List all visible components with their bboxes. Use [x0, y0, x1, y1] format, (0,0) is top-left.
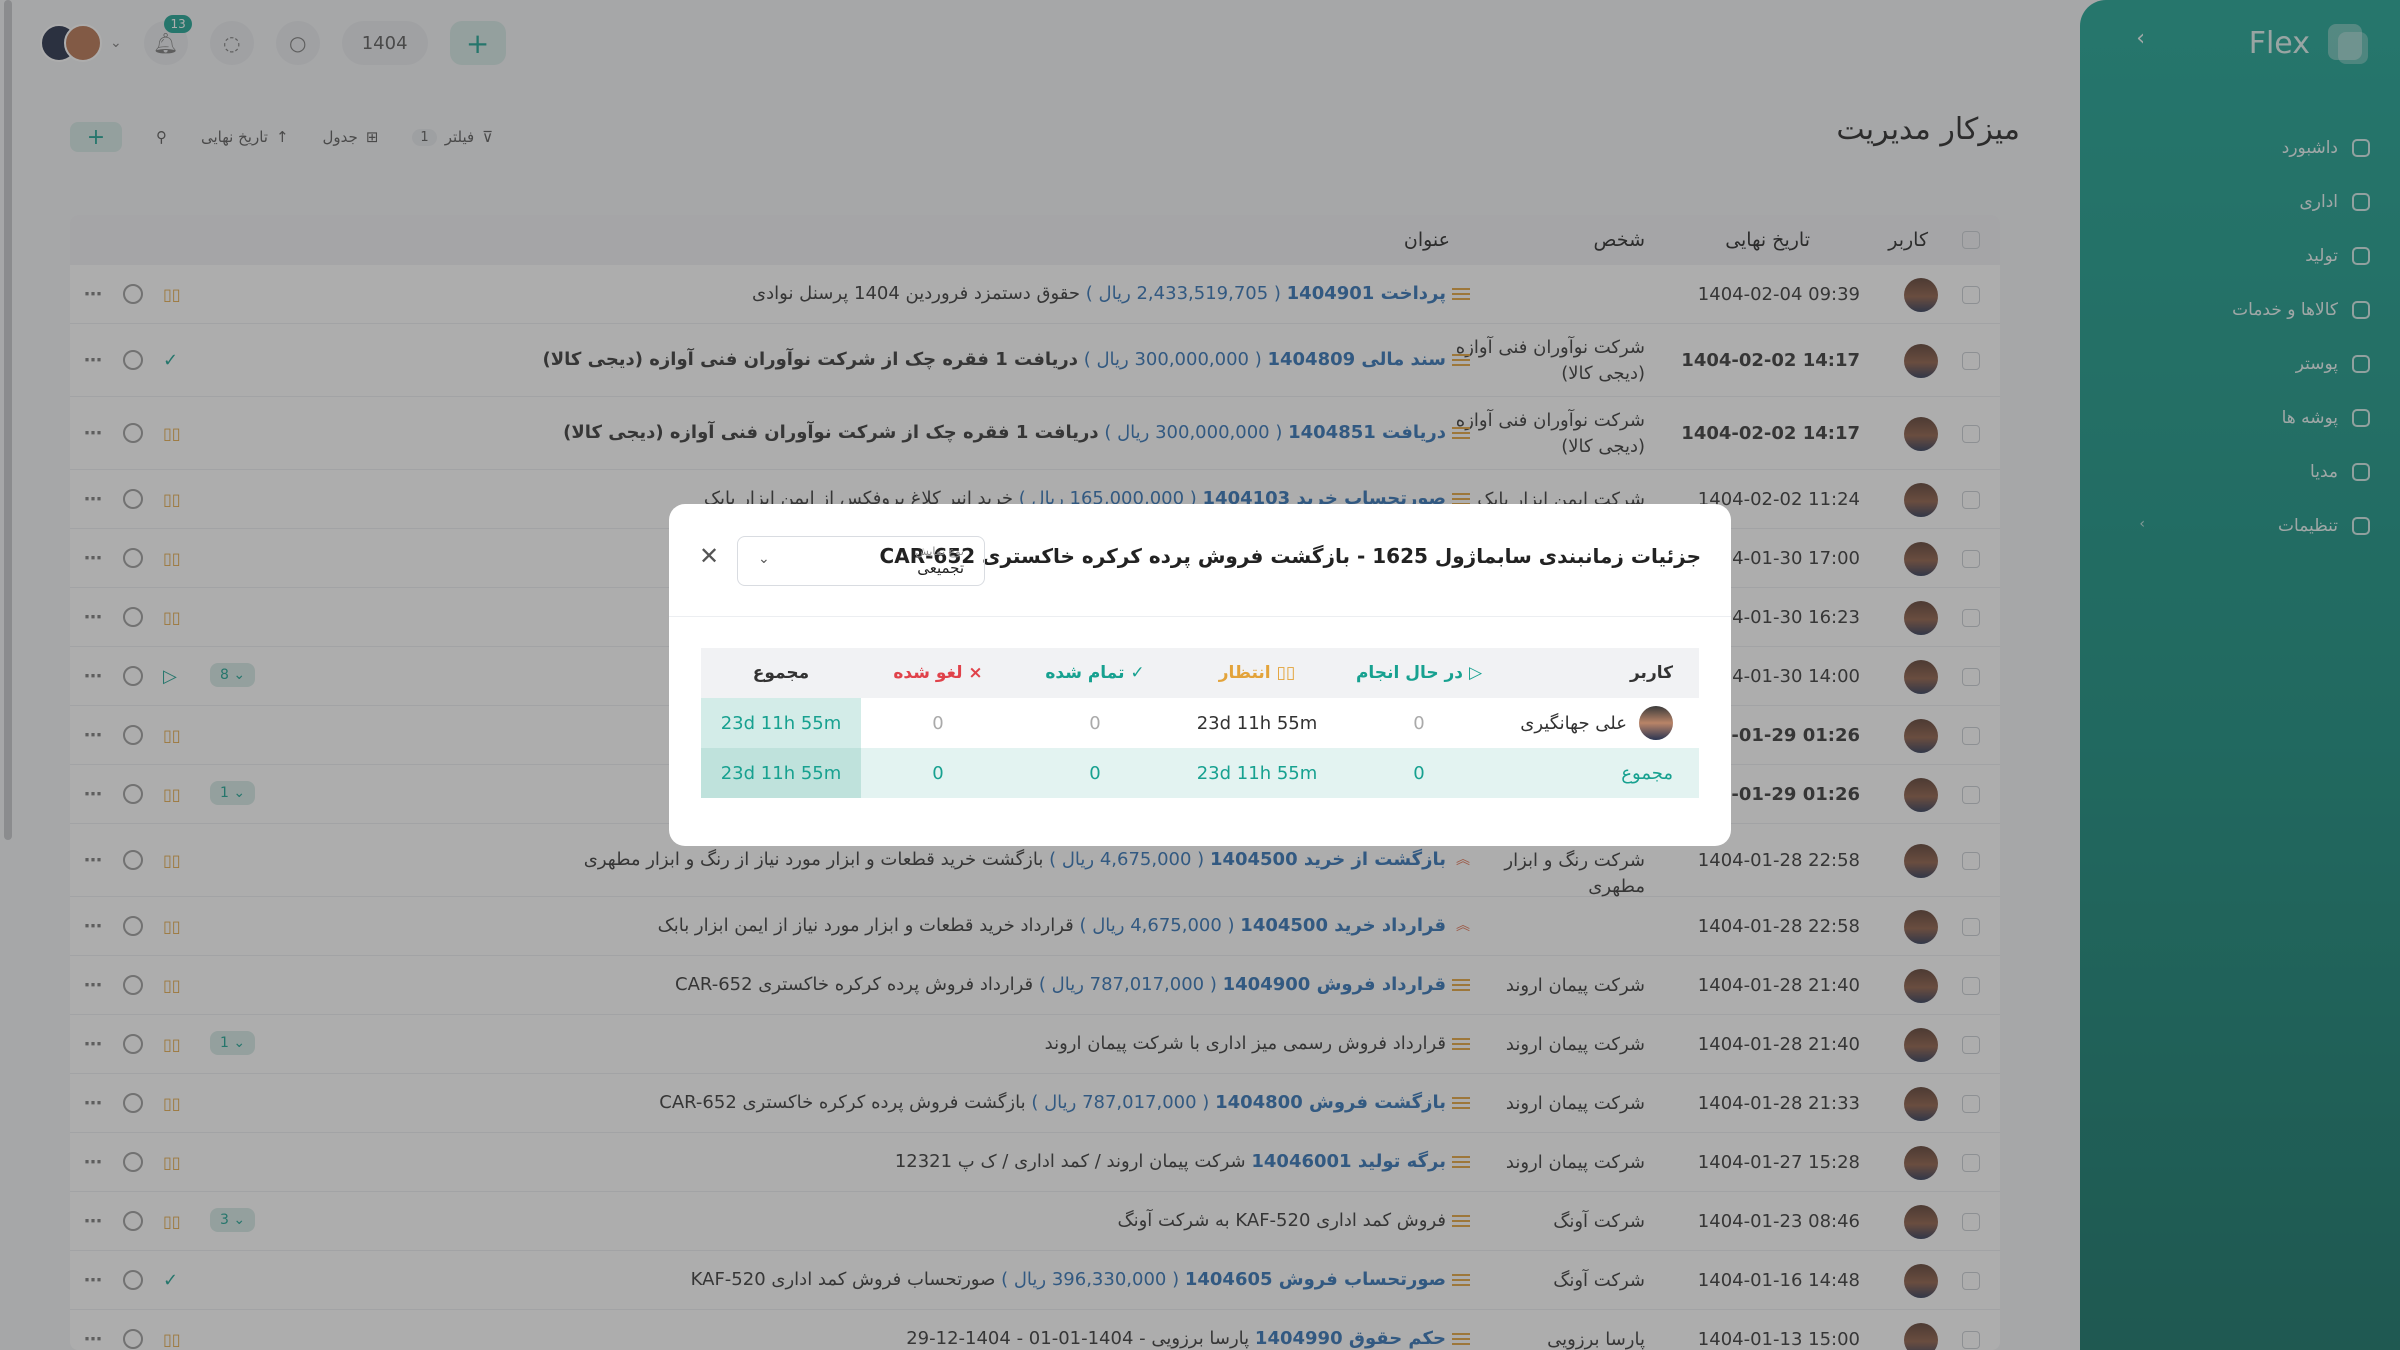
user-cell: علی جهانگیری: [1499, 698, 1699, 748]
avatar: [1639, 706, 1673, 740]
done-value: 0: [1089, 712, 1101, 734]
summary-total: 23d 11h 55m: [701, 748, 861, 798]
play-icon: ▷: [1468, 663, 1483, 683]
modal-title: جزئیات زمانبندی سابماژول 1625 - بازگشت ف…: [879, 544, 1701, 568]
close-icon[interactable]: ✕: [699, 542, 719, 570]
check-icon: ✓: [1130, 663, 1145, 683]
total-value: 23d 11h 55m: [701, 698, 861, 748]
summary-row: مجموع 0 23d 11h 55m 0 0 23d 11h 55m: [701, 748, 1699, 798]
display-type-select[interactable]: نوع نمایش تجمیعی ⌄: [737, 536, 985, 586]
col-done: تمام شده ✓: [1015, 648, 1175, 698]
col-waiting: انتظار ▯▯: [1175, 648, 1339, 698]
cancelled-value: 0: [932, 712, 944, 734]
schedule-table-header: کاربر در حال انجام ▷ انتظار ▯▯ تمام شده …: [701, 648, 1699, 698]
summary-waiting: 23d 11h 55m: [1196, 762, 1318, 784]
col-in-progress: در حال انجام ▷: [1339, 648, 1499, 698]
col-in-progress-label: در حال انجام: [1355, 663, 1464, 683]
col-waiting-label: انتظار: [1218, 663, 1271, 683]
col-done-label: تمام شده: [1045, 663, 1125, 683]
x-icon: ×: [968, 663, 983, 683]
select-label: نوع نمایش: [915, 545, 964, 558]
pause-icon: ▯▯: [1276, 663, 1296, 683]
summary-done: 0: [1089, 762, 1101, 784]
col-total: مجموع: [752, 663, 810, 683]
col-user: کاربر: [1629, 663, 1673, 683]
summary-in-progress: 0: [1413, 762, 1425, 784]
divider: [669, 616, 1731, 617]
user-name: علی جهانگیری: [1520, 712, 1627, 734]
in-progress-value: 0: [1413, 712, 1425, 734]
waiting-value: 23d 11h 55m: [1196, 712, 1318, 734]
chevron-down-icon: ⌄: [758, 551, 770, 567]
col-cancelled: لغو شده ×: [861, 648, 1015, 698]
summary-cancelled: 0: [932, 762, 944, 784]
summary-label: مجموع: [1621, 762, 1673, 784]
schedule-details-modal: جزئیات زمانبندی سابماژول 1625 - بازگشت ف…: [669, 504, 1731, 846]
select-value: تجمیعی: [917, 559, 964, 577]
col-cancelled-label: لغو شده: [893, 663, 963, 683]
table-row: علی جهانگیری 0 23d 11h 55m 0 0 23d 11h 5…: [701, 698, 1699, 748]
